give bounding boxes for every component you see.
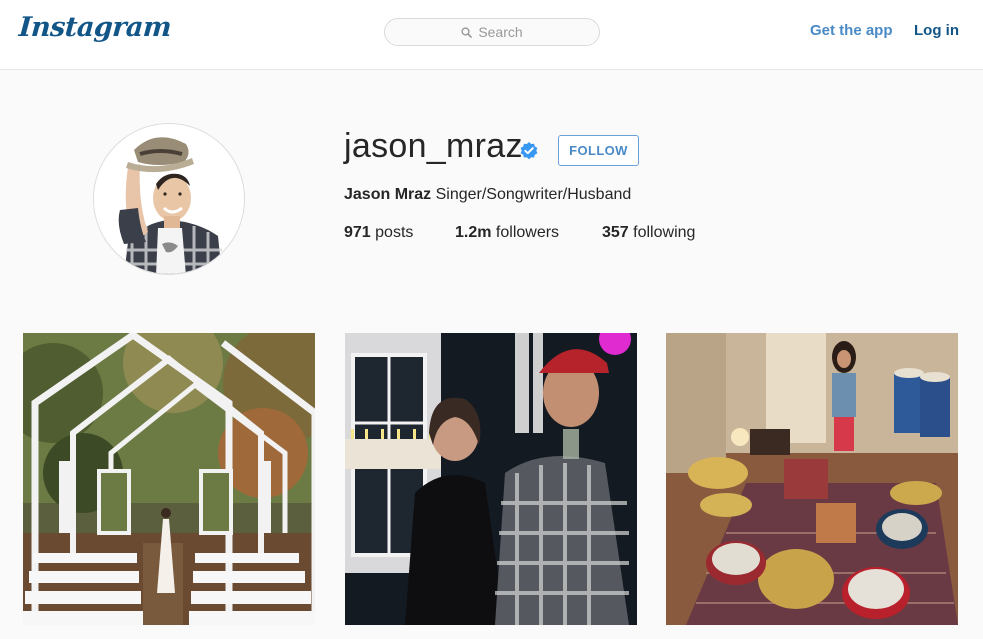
- log-in-link[interactable]: Log in: [914, 22, 959, 39]
- post-thumbnail-2[interactable]: [345, 333, 637, 625]
- top-navigation-bar: Instagram Search Get the app Log in: [0, 0, 983, 70]
- followers-count-label: followers: [495, 224, 560, 241]
- profile-full-name: Jason Mraz: [344, 186, 432, 203]
- following-count[interactable]: 357 following: [602, 224, 695, 242]
- posts-count-value: 971: [344, 224, 371, 241]
- posts-count-label: posts: [375, 224, 414, 241]
- post-thumbnail-1[interactable]: [23, 333, 315, 625]
- followers-count[interactable]: 1.2m followers: [455, 224, 559, 242]
- following-count-label: following: [633, 224, 696, 241]
- followers-count-value: 1.2m: [455, 224, 492, 241]
- following-count-value: 357: [602, 224, 629, 241]
- profile-bio-text: Singer/Songwriter/Husband: [435, 186, 632, 203]
- search-input[interactable]: Search: [384, 18, 600, 46]
- search-icon: [461, 26, 473, 38]
- instagram-logo[interactable]: Instagram: [18, 12, 172, 43]
- post-thumbnail-3[interactable]: [666, 333, 958, 625]
- profile-avatar: [93, 123, 245, 275]
- get-the-app-link[interactable]: Get the app: [810, 22, 893, 39]
- profile-username: jason_mraz: [344, 127, 523, 165]
- verified-badge-icon: [520, 142, 538, 160]
- posts-count: 971 posts: [344, 224, 413, 242]
- search-placeholder: Search: [478, 24, 523, 40]
- follow-button[interactable]: FOLLOW: [558, 135, 639, 166]
- profile-bio: Jason Mraz Singer/Songwriter/Husband: [344, 186, 631, 204]
